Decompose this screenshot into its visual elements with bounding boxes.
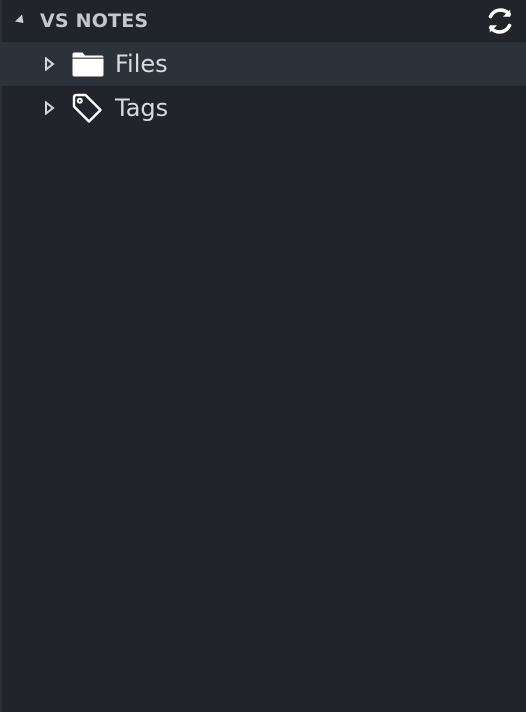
refresh-button[interactable] [484, 5, 516, 37]
vs-notes-panel: VS NOTES Files Tags [0, 0, 526, 712]
chevron-right-icon[interactable] [44, 101, 56, 115]
tree-item-files[interactable]: Files [2, 42, 526, 86]
chevron-right-icon[interactable] [44, 57, 56, 71]
refresh-icon [488, 8, 512, 34]
tree-item-label: Files [115, 50, 168, 78]
folder-icon [71, 49, 105, 79]
section-header[interactable]: VS NOTES [2, 0, 526, 42]
tree-item-label: Tags [115, 94, 169, 122]
chevron-down-icon[interactable] [14, 13, 28, 27]
tree-item-tags[interactable]: Tags [2, 86, 526, 130]
tag-icon [71, 93, 105, 123]
section-title: VS NOTES [40, 10, 149, 32]
